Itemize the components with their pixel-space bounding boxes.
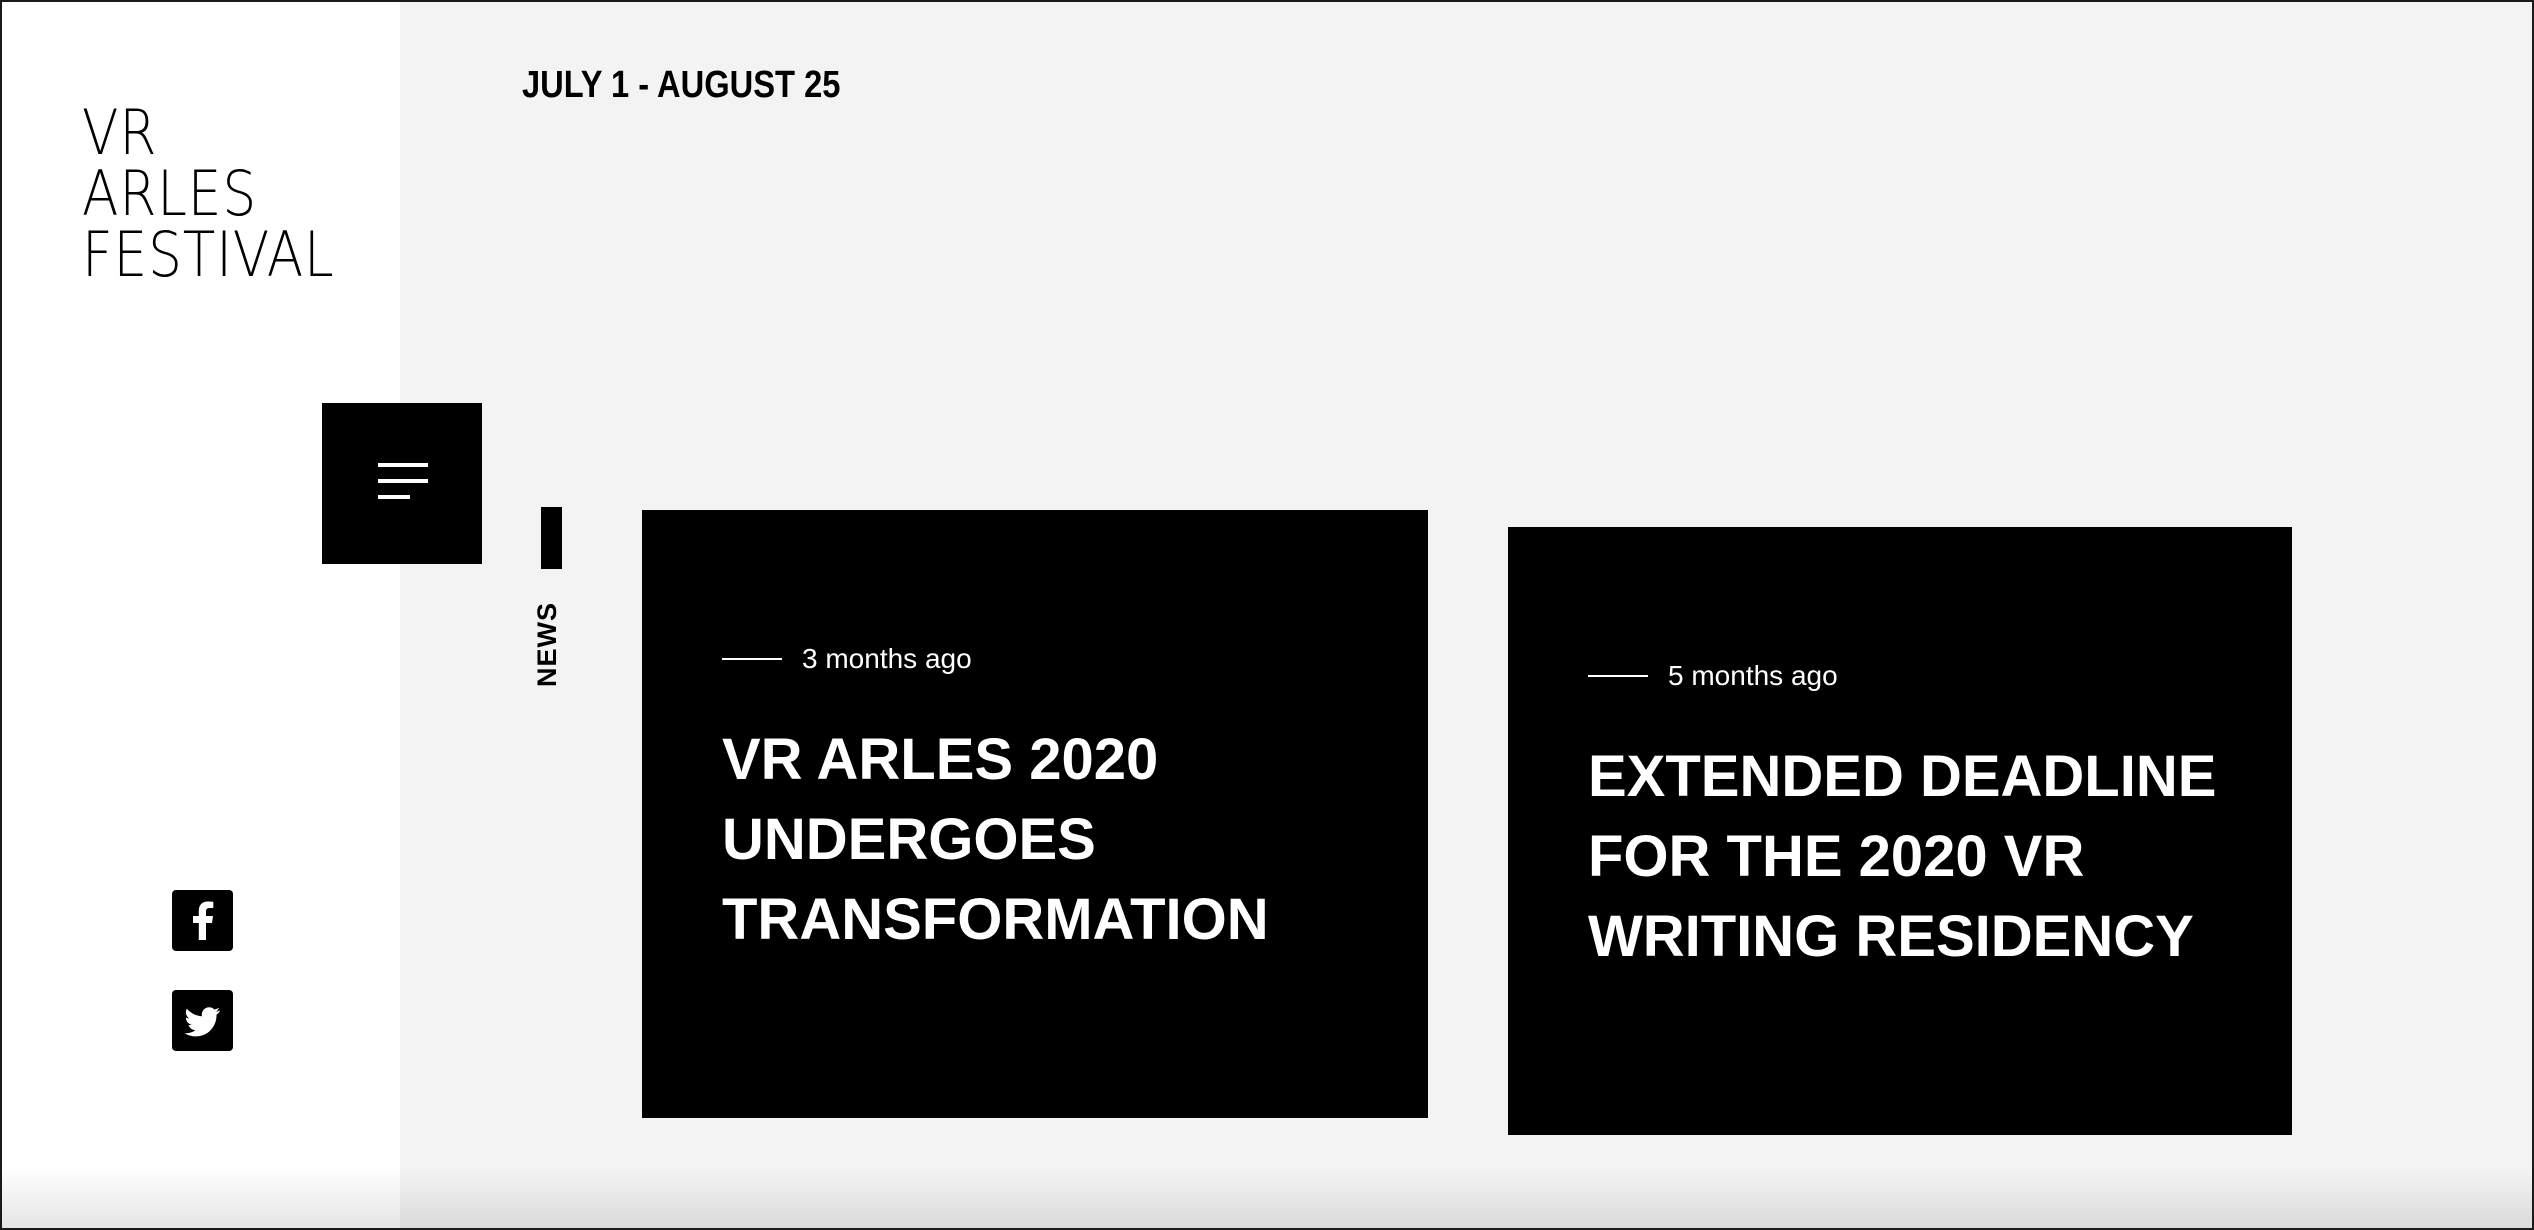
news-section-label: NEWS xyxy=(532,602,562,687)
news-section-marker xyxy=(541,507,562,569)
twitter-icon xyxy=(184,1007,220,1037)
news-card-title-line: VR ARLES 2020 xyxy=(722,727,1159,792)
news-card-title-line: TRANSFORMATION xyxy=(722,887,1269,952)
news-card-time: 3 months ago xyxy=(802,643,972,674)
news-card-title-line: EXTENDED DEADLINE xyxy=(1588,744,2217,809)
hamburger-menu-icon xyxy=(378,463,428,467)
twitter-link[interactable] xyxy=(172,990,233,1051)
news-card-title-line: WRITING RESIDENCY xyxy=(1588,904,2194,969)
facebook-icon xyxy=(193,901,214,940)
menu-button[interactable] xyxy=(322,403,482,564)
hamburger-menu-icon-bar-3 xyxy=(378,495,410,499)
meta-rule xyxy=(722,658,782,660)
logo-line-2: ARLES xyxy=(82,157,258,230)
logo-line-3: FESTIVAL xyxy=(82,218,335,291)
festival-logo[interactable]: VR ARLES FESTIVAL xyxy=(82,96,335,291)
news-card-meta: 5 months ago xyxy=(1588,660,1838,692)
news-card-time: 5 months ago xyxy=(1668,660,1838,691)
news-card[interactable]: 3 months ago VR ARLES 2020 UNDERGOES TRA… xyxy=(642,510,1428,1118)
page-frame: VR ARLES FESTIVAL JULY 1 - AUGUST 25 NEW… xyxy=(0,0,2534,1230)
news-card-title: VR ARLES 2020 UNDERGOES TRANSFORMATION xyxy=(722,720,1269,960)
sidebar: VR ARLES FESTIVAL xyxy=(2,2,400,1228)
news-card-meta: 3 months ago xyxy=(722,643,972,675)
festival-dates: JULY 1 - AUGUST 25 xyxy=(522,64,841,106)
hamburger-menu-icon-bar-2 xyxy=(378,479,428,483)
news-card[interactable]: 5 months ago EXTENDED DEADLINE FOR THE 2… xyxy=(1508,527,2292,1135)
facebook-link[interactable] xyxy=(172,890,233,951)
news-card-title: EXTENDED DEADLINE FOR THE 2020 VR WRITIN… xyxy=(1588,737,2216,977)
news-card-title-line: FOR THE 2020 VR xyxy=(1588,824,2085,889)
logo-line-1: VR xyxy=(82,96,158,169)
news-card-title-line: UNDERGOES xyxy=(722,807,1096,872)
meta-rule xyxy=(1588,675,1648,677)
